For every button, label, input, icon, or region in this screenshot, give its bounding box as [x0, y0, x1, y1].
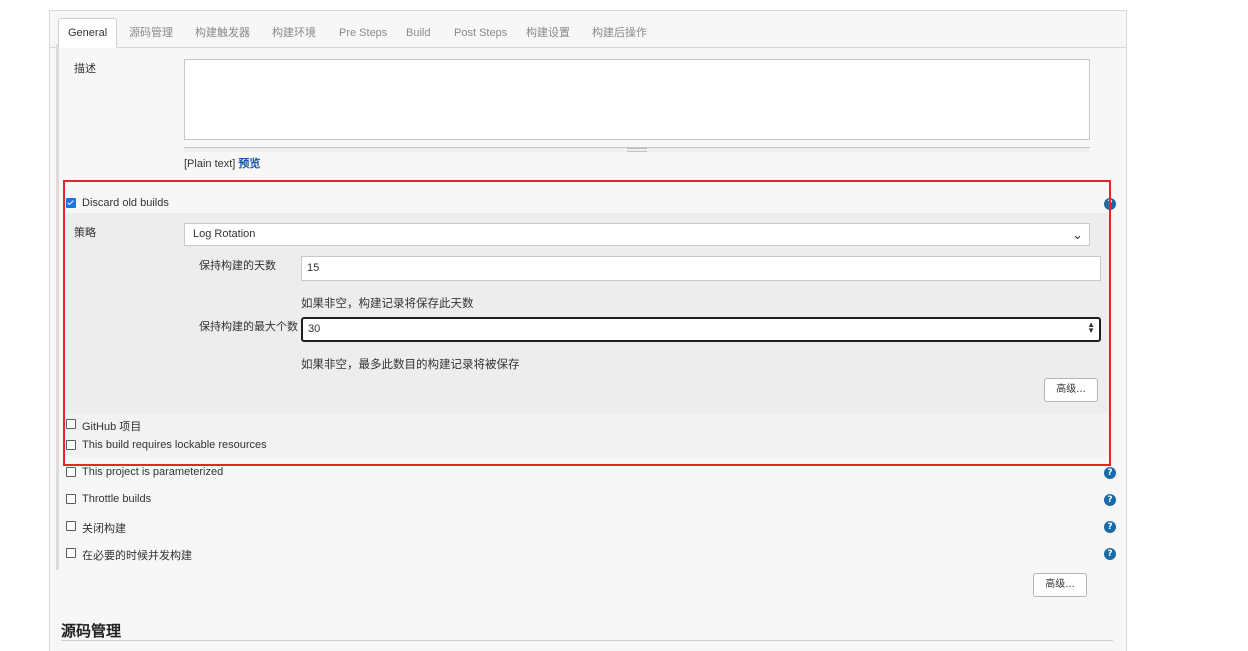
concurrent-build-label: 在必要的时候并发构建: [82, 550, 192, 562]
tab-build-settings[interactable]: 构建设置: [526, 20, 570, 46]
preview-link[interactable]: 预览: [238, 158, 260, 170]
tab-post-build-actions[interactable]: 构建后操作: [592, 20, 647, 46]
help-icon[interactable]: ?: [1104, 548, 1116, 560]
tab-source-management[interactable]: 源码管理: [129, 20, 173, 46]
throttle-builds-checkbox[interactable]: [66, 494, 76, 504]
section-divider: [61, 640, 1113, 641]
disable-build-checkbox[interactable]: [66, 521, 76, 531]
description-label: 描述: [74, 63, 96, 75]
textarea-resize-grip[interactable]: [184, 147, 1090, 152]
tab-pre-steps[interactable]: Pre Steps: [339, 20, 387, 46]
source-management-heading: 源码管理: [61, 623, 122, 640]
tab-bar: General 源码管理 构建触发器 构建环境 Pre Steps Build …: [50, 11, 1126, 48]
disable-build-label: 关闭构建: [82, 523, 126, 535]
description-textarea[interactable]: [184, 59, 1090, 140]
help-icon[interactable]: ?: [1104, 521, 1116, 533]
tab-post-steps[interactable]: Post Steps: [454, 20, 507, 46]
parameterized-checkbox[interactable]: [66, 467, 76, 477]
tab-general[interactable]: General: [58, 18, 118, 48]
help-icon[interactable]: ?: [1104, 494, 1116, 506]
description-format: [Plain text] 预览: [184, 155, 260, 171]
tab-build[interactable]: Build: [406, 20, 430, 46]
tab-build-triggers[interactable]: 构建触发器: [195, 20, 250, 46]
general-advanced-button[interactable]: 高级...: [1033, 573, 1087, 597]
help-icon[interactable]: ?: [1104, 467, 1116, 479]
section-indent-bar: [56, 44, 59, 570]
parameterized-label: This project is parameterized: [82, 466, 224, 478]
concurrent-build-checkbox[interactable]: [66, 548, 76, 558]
tab-build-environment[interactable]: 构建环境: [272, 20, 316, 46]
highlight-annotation-box: [63, 180, 1111, 466]
throttle-builds-label: Throttle builds: [82, 493, 152, 505]
plain-text-label: [Plain text]: [184, 158, 236, 170]
